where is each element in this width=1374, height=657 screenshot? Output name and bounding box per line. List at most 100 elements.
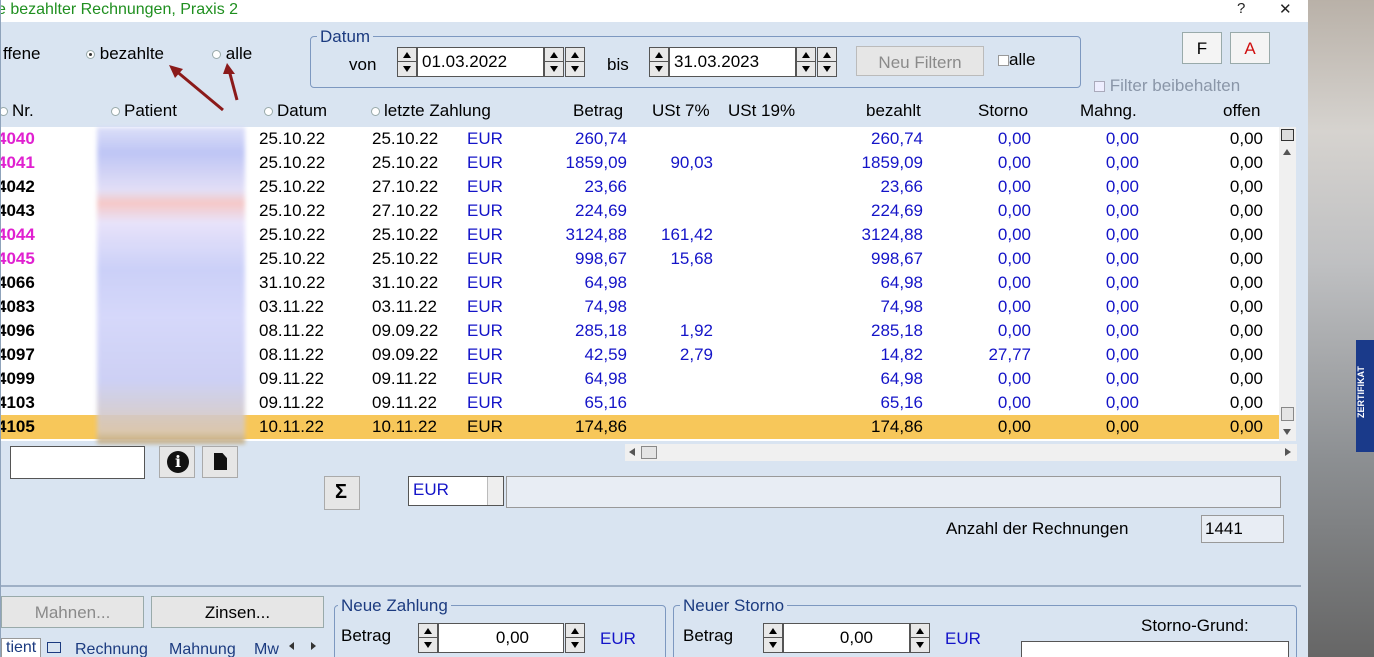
search-input[interactable] xyxy=(10,446,145,479)
cell-datum: 08.11.22 xyxy=(259,345,324,364)
von-date-field[interactable]: 01.03.2022 xyxy=(417,47,544,77)
horizontal-scrollbar[interactable] xyxy=(625,444,1297,461)
col-header-betrag[interactable]: Betrag xyxy=(573,101,623,121)
tab-mw[interactable]: Mw xyxy=(254,641,279,657)
cell-mahng: 0,00 xyxy=(1105,321,1139,340)
zahlung-spin-right[interactable] xyxy=(565,623,585,653)
scroll-left-icon[interactable] xyxy=(629,448,635,456)
info-icon[interactable]: i xyxy=(159,446,195,478)
currency-select[interactable]: EUR xyxy=(408,476,504,506)
scroll-right-icon[interactable] xyxy=(1285,448,1291,456)
checkbox-icon[interactable] xyxy=(1094,81,1105,93)
cell-storno: 0,00 xyxy=(997,273,1031,292)
cell-betrag: 224,69 xyxy=(575,201,627,220)
vertical-scrollbar[interactable] xyxy=(1279,127,1296,441)
cell-currency: EUR xyxy=(467,153,503,172)
zahlung-spin-left[interactable] xyxy=(418,623,438,653)
chevron-down-icon[interactable] xyxy=(487,477,503,505)
tab-strip: tient Rechnung Mahnung Mw xyxy=(1,636,326,657)
filter-bezahlte-radio[interactable]: bezahlte xyxy=(86,44,164,64)
bis-spin-right-a[interactable] xyxy=(796,47,816,77)
help-button[interactable]: ? xyxy=(1237,0,1245,17)
scroll-thumb[interactable] xyxy=(1281,407,1294,421)
cell-ust7: 90,03 xyxy=(670,153,713,172)
cell-currency: EUR xyxy=(467,321,503,340)
cell-nr: 4044 xyxy=(0,225,35,244)
a-button[interactable]: A xyxy=(1230,32,1270,64)
col-header-patient[interactable]: Patient xyxy=(111,101,177,121)
col-header-offen[interactable]: offen xyxy=(1223,101,1261,121)
sum-button[interactable]: Σ xyxy=(324,476,360,510)
cell-datum: 25.10.22 xyxy=(259,129,326,148)
cell-nr: 4083 xyxy=(0,297,35,316)
print-icon[interactable] xyxy=(1281,129,1294,141)
close-button[interactable]: ✕ xyxy=(1279,0,1292,18)
cell-nr: 4041 xyxy=(0,153,35,172)
cell-bezahlt: 64,98 xyxy=(880,369,923,388)
f-button[interactable]: F xyxy=(1182,32,1222,64)
cell-nr: 4099 xyxy=(0,369,35,388)
radio-icon[interactable] xyxy=(212,50,221,60)
col-header-ust19[interactable]: USt 19% xyxy=(728,101,795,121)
radio-icon[interactable] xyxy=(371,107,380,117)
scroll-up-icon[interactable] xyxy=(1283,149,1291,155)
cell-bezahlt: 14,82 xyxy=(880,345,923,364)
tab-patient[interactable]: tient xyxy=(1,638,42,657)
scroll-thumb[interactable] xyxy=(641,446,657,459)
cell-datum: 08.11.22 xyxy=(259,321,324,340)
col-header-datum[interactable]: Datum xyxy=(264,101,327,121)
datum-alle-label: alle xyxy=(1009,50,1036,69)
document-icon[interactable] xyxy=(202,446,238,478)
cell-offen: 0,00 xyxy=(1229,393,1263,412)
tab-mahnung[interactable]: Mahnung xyxy=(169,641,236,657)
cell-offen: 0,00 xyxy=(1229,153,1263,172)
tab-scroll-left-icon[interactable] xyxy=(289,642,294,650)
bis-spin-right-b[interactable] xyxy=(817,47,837,77)
storno-grund-field[interactable] xyxy=(1021,641,1289,657)
col-header-storno[interactable]: Storno xyxy=(978,101,1028,121)
cell-mahng: 0,00 xyxy=(1105,369,1139,388)
cell-betrag: 23,66 xyxy=(584,177,627,196)
zinsen-button[interactable]: Zinsen... xyxy=(151,596,324,628)
cell-bezahlt: 174,86 xyxy=(871,417,923,436)
radio-icon[interactable] xyxy=(111,107,120,117)
currency-value: EUR xyxy=(413,480,449,499)
mahnen-button[interactable]: Mahnen... xyxy=(1,596,144,628)
cell-bezahlt: 74,98 xyxy=(880,297,923,316)
von-spin-right-b[interactable] xyxy=(565,47,585,77)
cell-nr: 4103 xyxy=(0,393,35,412)
zahlung-betrag-field[interactable]: 0,00 xyxy=(438,623,564,653)
bis-spin-left[interactable] xyxy=(649,47,669,77)
col-header-ust7[interactable]: USt 7% xyxy=(652,101,710,121)
storno-spin-left[interactable] xyxy=(763,623,783,653)
cell-betrag: 998,67 xyxy=(575,249,627,268)
bis-date-field[interactable]: 31.03.2023 xyxy=(669,47,796,77)
storno-grund-label: Storno-Grund: xyxy=(1141,616,1249,635)
tab-rechnung[interactable]: Rechnung xyxy=(75,641,148,657)
scroll-down-icon[interactable] xyxy=(1283,429,1291,435)
storno-betrag-field[interactable]: 0,00 xyxy=(783,623,910,653)
filter-offene-label[interactable]: ffene xyxy=(3,44,41,64)
cell-betrag: 64,98 xyxy=(584,273,627,292)
cell-currency: EUR xyxy=(467,369,503,388)
tab-scroll-right-icon[interactable] xyxy=(311,642,316,650)
cell-bezahlt: 65,16 xyxy=(880,393,923,412)
radio-selected-icon[interactable] xyxy=(86,50,95,60)
storno-spin-right[interactable] xyxy=(910,623,930,653)
filter-beibehalten-checkbox[interactable]: Filter beibehalten xyxy=(1094,76,1240,96)
radio-icon[interactable] xyxy=(264,107,273,117)
cell-offen: 0,00 xyxy=(1229,369,1263,388)
neu-filtern-button[interactable]: Neu Filtern xyxy=(856,46,984,76)
von-spin-right-a[interactable] xyxy=(544,47,564,77)
window-title: e bezahlter Rechnungen, Praxis 2 xyxy=(0,1,239,18)
cell-nr: 4097 xyxy=(0,345,35,364)
col-header-bezahlt[interactable]: bezahlt xyxy=(866,101,921,121)
col-header-nr[interactable]: Nr. xyxy=(1,101,34,121)
datum-alle-checkbox[interactable]: alle xyxy=(998,50,1035,70)
col-header-mahng[interactable]: Mahng. xyxy=(1080,101,1137,121)
von-spin-left[interactable] xyxy=(397,47,417,77)
von-label: von xyxy=(349,55,377,74)
radio-icon[interactable] xyxy=(1,107,8,117)
checkbox-icon[interactable] xyxy=(998,55,1009,67)
col-header-letzte-zahlung[interactable]: letzte Zahlung xyxy=(371,101,491,121)
